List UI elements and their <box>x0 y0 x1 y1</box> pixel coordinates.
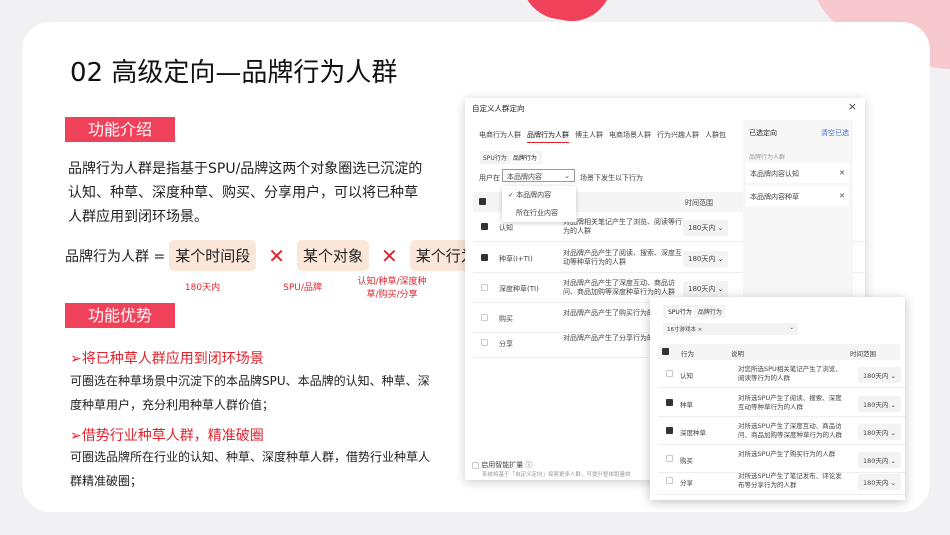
table-row: 分享 对所选SPU产生了笔记发布、评论发布等分享行为的人群 180天内 ⌄ <box>658 467 905 495</box>
col-header: 时间范围 <box>685 199 713 207</box>
behavior-name: 认知 <box>680 372 693 380</box>
advantage-heading: ➢将已种草人群应用到闭环场景 <box>70 351 264 367</box>
behavior-name: 种草 <box>680 401 693 409</box>
tab-active[interactable]: 品牌行为人群 <box>527 131 569 143</box>
behavior-name: 分享 <box>680 479 693 487</box>
advantage-text: 可圈选品牌所在行业的认知、种草、深度种草人群，借势行业种草人群精准破圈； <box>70 450 431 488</box>
time-range-select[interactable]: 180天内 ⌄ <box>858 474 901 490</box>
behavior-name: 认知 <box>499 224 513 232</box>
subtab-active[interactable]: SPU行为 <box>666 308 694 317</box>
table-row: 深度种草 对所选SPU产生了深度互动、商品访问、商品加购等深度种草行为的人群 18… <box>658 417 905 445</box>
multiply-icon: ✕ <box>268 243 285 268</box>
remove-icon[interactable]: ✕ <box>839 169 845 177</box>
remove-icon[interactable]: ✕ <box>839 192 845 200</box>
behavior-desc: 对品牌产品产生了深度互动、商品访问、商品加购等深度种草行为的人群 <box>563 279 675 296</box>
spu-tag[interactable]: 16寸游戏本 × <box>667 327 702 333</box>
dropdown-option[interactable]: 所在行业内容 <box>508 208 570 218</box>
table-row: 认知 对您所选SPU相关笔记产生了浏览、阅读等行为的人群 180天内 ⌄ <box>658 360 905 388</box>
clear-selected-link[interactable]: 清空已选 <box>821 128 849 138</box>
time-range-select[interactable]: 180天内 ⌄ <box>683 220 729 236</box>
col-header: 说明 <box>731 350 744 358</box>
formula-lhs: 品牌行为人群 = <box>65 248 166 265</box>
select-all-checkbox[interactable] <box>479 198 486 205</box>
behavior-name: 深度种草(TI) <box>499 285 539 293</box>
tab-bar: 电商行为人群 品牌行为人群 博主人群 电商场景人群 行为兴趣人群 人群包 <box>479 130 732 143</box>
tab[interactable]: 行为兴趣人群 <box>657 131 699 139</box>
spu-select[interactable]: 16寸游戏本 × ⌄ <box>663 323 798 335</box>
chevron-down-icon: ⌄ <box>789 325 794 331</box>
col-header: 时间范围 <box>850 350 876 358</box>
subtab[interactable]: SPU行为 <box>483 155 507 162</box>
behavior-desc: 对所选SPU产生了深度互动、商品访问、商品加购等深度种草行为的人群 <box>738 422 842 439</box>
behavior-desc: 对所选SPU产生了阅读、搜索、深度互动等种草行为的人群 <box>738 394 842 411</box>
selected-title: 已选定向 <box>749 129 777 137</box>
behavior-name: 种草(I+TI) <box>499 255 533 263</box>
label: 场景下发生以下行为 <box>580 174 643 182</box>
time-range-select[interactable]: 180天内 ⌄ <box>858 424 901 440</box>
intro-text: 品牌行为人群是指基于SPU/品牌这两个对象圈选已沉淀的认知、种草、深度种草、购买… <box>68 161 423 225</box>
formula: 品牌行为人群 = 某个时间段 ✕ 某个对象 ✕ 某个行为 <box>65 240 486 271</box>
tab[interactable]: 电商场景人群 <box>609 131 651 139</box>
row-checkbox[interactable] <box>666 455 673 462</box>
subtab[interactable]: 品牌行为 <box>698 309 722 316</box>
chevron-down-icon: ⌄ <box>564 172 570 180</box>
select-value: 本品牌内容 <box>507 173 542 181</box>
help-icon: ⓘ <box>525 461 533 469</box>
dropdown-option-selected[interactable]: ✓ 本品牌内容 <box>508 190 570 200</box>
multiply-icon: ✕ <box>380 243 398 268</box>
behavior-desc: 对所选SPU产生了笔记发布、评论发布等分享行为的人群 <box>738 472 842 489</box>
behavior-desc: 对品牌相关笔记产生了浏览、阅读等行为的人群 <box>563 218 682 235</box>
page-title: 02 高级定向—品牌行为人群 <box>70 58 398 88</box>
row-checkbox[interactable] <box>481 284 488 291</box>
section-label-intro: 功能介绍 <box>65 117 175 142</box>
screenshot-spu-dialog: SPU行为 品牌行为 16寸游戏本 × ⌄ 行为 说明 时间范围 认知 对您所选SP… <box>650 297 905 500</box>
time-range-select[interactable]: 180天内 ⌄ <box>858 396 901 412</box>
row-checkbox[interactable] <box>481 254 488 261</box>
time-range-select[interactable]: 180天内 ⌄ <box>858 367 901 383</box>
formula-note: 180天内 <box>184 283 221 293</box>
formula-note: 认知/种草/深度种草/购买/分享 <box>357 277 427 300</box>
expand-note: 系统将基于「自定义定向」探索更多人群，可提升整体跑量效 <box>482 472 631 478</box>
behavior-name: 购买 <box>499 315 513 323</box>
content-select[interactable]: 本品牌内容 ⌄ <box>502 169 575 182</box>
selected-item: 本品牌内容种草 ✕ <box>746 186 849 206</box>
row-checkbox[interactable] <box>481 223 488 230</box>
behavior-desc: 对品牌产品产生了阅读、搜索、深度互动等种草行为的人群 <box>563 249 682 266</box>
row-checkbox[interactable] <box>666 427 673 434</box>
close-icon[interactable]: × <box>848 100 857 113</box>
subtab-active[interactable]: 品牌行为 <box>510 154 539 163</box>
smart-expand-option[interactable]: 启用智能扩量 ⓘ <box>472 460 532 470</box>
advantage-heading: ➢借势行业种草人群，精准破圈 <box>70 428 264 444</box>
tab[interactable]: 人群包 <box>705 131 726 139</box>
table-row: 种草 对所选SPU产生了阅读、搜索、深度互动等种草行为的人群 180天内 ⌄ <box>658 389 905 417</box>
select-all-checkbox[interactable] <box>662 348 669 355</box>
label: 用户在 <box>479 174 500 182</box>
formula-term: 某个对象 <box>296 240 369 271</box>
behavior-name: 购买 <box>680 457 693 465</box>
row-checkbox[interactable] <box>481 339 488 346</box>
dropdown-menu: ✓ 本品牌内容 所在行业内容 <box>502 186 576 222</box>
selected-item: 本品牌内容认知 ✕ <box>746 163 849 183</box>
behavior-name: 深度种草 <box>680 429 706 437</box>
formula-note: SPU/品牌 <box>283 283 322 293</box>
time-range-select[interactable]: 180天内 ⌄ <box>858 452 901 468</box>
tab[interactable]: 博主人群 <box>575 131 603 139</box>
behavior-name: 分享 <box>499 340 513 348</box>
time-range-select[interactable]: 180天内 ⌄ <box>683 251 729 267</box>
time-range-select[interactable]: 180天内 ⌄ <box>683 281 729 297</box>
tab[interactable]: 电商行为人群 <box>479 131 521 139</box>
row-checkbox[interactable] <box>481 314 488 321</box>
group-label: 品牌行为人群 <box>749 154 786 161</box>
dialog-title: 自定义人群定向 <box>472 104 525 113</box>
col-header: 行为 <box>681 350 694 358</box>
formula-term: 某个时间段 <box>169 240 257 271</box>
section-label-advantages: 功能优势 <box>65 303 175 328</box>
row-checkbox[interactable] <box>666 370 673 377</box>
advantage-text: 可圈选在种草场景中沉淀下的本品牌SPU、本品牌的认知、种草、深度种草用户，充分利… <box>70 374 430 412</box>
row-checkbox[interactable] <box>666 477 673 484</box>
row-checkbox[interactable] <box>666 399 673 406</box>
behavior-desc: 对您所选SPU相关笔记产生了浏览、阅读等行为的人群 <box>738 365 842 382</box>
behavior-desc: 对所选SPU产生了购买行为的人群 <box>738 450 836 458</box>
